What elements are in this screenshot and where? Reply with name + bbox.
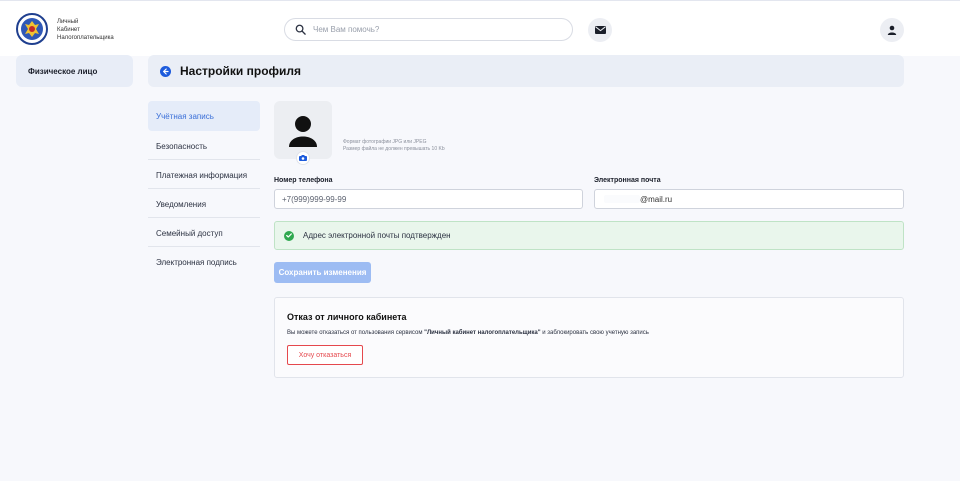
email-label: Электронная почта [594,177,661,184]
phone-field[interactable] [274,189,583,209]
refuse-text-before: Вы можете отказаться от пользования серв… [287,330,425,336]
fns-emblem-icon[interactable] [16,13,48,45]
brand-line-2: Кабинет [57,27,80,33]
email-value: @mail.ru [640,194,673,204]
camera-icon [299,155,307,161]
menu-item-account[interactable]: Учётная запись [148,101,260,131]
profile-type-item[interactable]: Физическое лицо [16,55,133,87]
refuse-account-card: Отказ от личного кабинета Вы можете отка… [274,297,904,378]
brand-line-1: Личный [57,19,79,25]
camera-button[interactable] [296,151,310,165]
photo-hint-format: Формат фотографии JPG или JPEG [343,139,427,145]
photo-hint-size: Размер файла не должен превышать 10 Kb [343,146,445,152]
phone-label: Номер телефона [274,177,333,184]
mail-button[interactable] [588,18,612,42]
mail-icon [594,26,606,34]
save-changes-button[interactable]: Сохранить изменения [274,262,371,283]
brand-line-3: Налогоплательщика [57,35,114,41]
page-title: Настройки профиля [180,64,302,78]
menu-item-payment[interactable]: Платежная информация [148,160,260,189]
email-field[interactable]: @mail.ru [594,189,904,209]
email-confirmed-text: Адрес электронной почты подтвержден [303,231,451,240]
photo-hint: Формат фотографии JPG или JPEG Размер фа… [343,139,445,153]
user-icon [887,25,897,35]
settings-menu: Учётная запись Безопасность Платежная ин… [148,101,260,276]
refuse-account-button[interactable]: Хочу отказаться [287,345,363,365]
search-bar[interactable] [284,18,573,41]
profile-type-label: Физическое лицо [28,67,98,76]
avatar[interactable] [274,101,332,165]
menu-item-e-signature[interactable]: Электронная подпись [148,247,260,276]
search-input[interactable] [313,25,553,34]
email-confirmed-notice: Адрес электронной почты подтвержден [274,221,904,250]
refuse-description: Вы можете отказаться от пользования серв… [287,330,649,336]
user-menu-button[interactable] [880,18,904,42]
brand-name: Личный Кабинет Налогоплательщика [57,18,127,42]
email-redacted [604,195,640,203]
menu-item-security[interactable]: Безопасность [148,131,260,160]
arrow-left-icon[interactable] [160,65,171,77]
menu-item-family-access[interactable]: Семейный доступ [148,218,260,247]
menu-item-notifications[interactable]: Уведомления [148,189,260,218]
page-header: Настройки профиля [148,55,904,87]
refuse-title: Отказ от личного кабинета [287,312,407,322]
check-circle-icon [284,230,294,241]
refuse-service-name: "Личный кабинет налогоплательщика" [424,330,541,336]
search-icon [295,24,306,35]
refuse-text-after: и заблокировать свою учетную запись [540,330,649,336]
top-bar: Личный Кабинет Налогоплательщика [0,0,960,56]
